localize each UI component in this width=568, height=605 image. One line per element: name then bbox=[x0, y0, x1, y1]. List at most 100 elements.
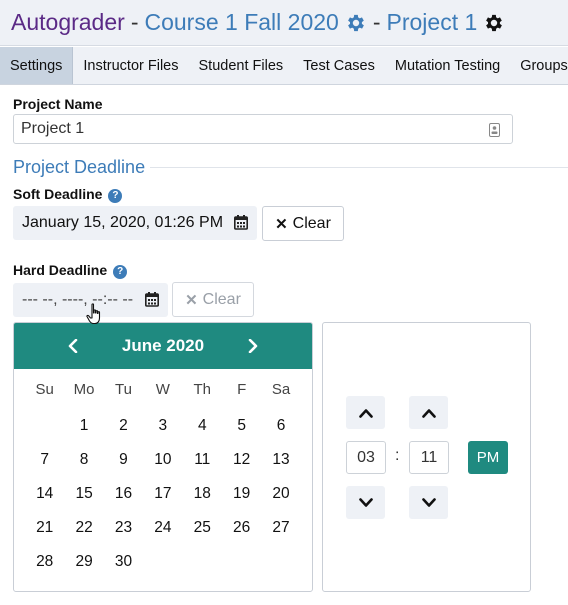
calendar-day[interactable]: 4 bbox=[183, 409, 222, 443]
app-title: Autograder bbox=[11, 9, 125, 35]
project-name-value: Project 1 bbox=[21, 120, 85, 137]
chevron-down-icon bbox=[421, 497, 436, 507]
contact-card-icon bbox=[489, 123, 500, 137]
calendar-day[interactable]: 26 bbox=[222, 511, 261, 545]
tab-mutation-testing[interactable]: Mutation Testing bbox=[385, 47, 510, 84]
am-pm-toggle-button[interactable]: PM bbox=[468, 441, 508, 474]
soft-deadline-label-row: Soft Deadline? bbox=[13, 186, 123, 203]
course-link[interactable]: Course 1 Fall 2020 bbox=[144, 9, 338, 36]
calendar-day[interactable]: 9 bbox=[104, 443, 143, 477]
soft-deadline-value: January 15, 2020, 01:26 PM bbox=[22, 214, 224, 231]
chevron-up-icon bbox=[358, 408, 373, 418]
section-divider bbox=[150, 167, 568, 168]
project-settings-gear-icon[interactable] bbox=[483, 12, 505, 34]
page-header: Autograder - Course 1 Fall 2020 - Projec… bbox=[0, 0, 568, 46]
soft-deadline-clear-button[interactable]: ✕ Clear bbox=[262, 206, 344, 241]
calendar-day[interactable]: 28 bbox=[25, 545, 64, 579]
calendar-day[interactable]: 14 bbox=[25, 477, 64, 511]
hard-deadline-clear-label: Clear bbox=[202, 290, 241, 308]
calendar-day bbox=[261, 545, 300, 579]
calendar-day[interactable]: 25 bbox=[183, 511, 222, 545]
hour-input[interactable]: 03 bbox=[346, 441, 386, 474]
weekday-label: Mo bbox=[73, 380, 95, 398]
project-name-input[interactable]: Project 1 bbox=[13, 114, 513, 144]
tab-instructor-files[interactable]: Instructor Files bbox=[73, 47, 188, 84]
project-link[interactable]: Project 1 bbox=[387, 9, 478, 36]
hard-deadline-help-icon[interactable]: ? bbox=[113, 265, 128, 279]
calendar-day[interactable]: 15 bbox=[64, 477, 103, 511]
weekday-label: Su bbox=[35, 380, 54, 398]
calendar-day[interactable]: 12 bbox=[222, 443, 261, 477]
title-separator: - bbox=[372, 9, 381, 35]
tab-settings[interactable]: Settings bbox=[0, 47, 74, 84]
title-separator: - bbox=[130, 9, 139, 35]
calendar-day[interactable]: 1 bbox=[64, 409, 103, 443]
calendar-day[interactable]: 19 bbox=[222, 477, 261, 511]
calendar-month-title[interactable]: June 2020 bbox=[122, 336, 204, 356]
hand-pointer-icon bbox=[86, 303, 101, 325]
calendar-header: June 2020 bbox=[14, 323, 312, 369]
tab-bar: Settings Instructor Files Student Files … bbox=[0, 47, 568, 85]
project-name-label: Project Name bbox=[13, 96, 103, 112]
calendar-day[interactable]: 27 bbox=[261, 511, 300, 545]
soft-deadline-clear-label: Clear bbox=[292, 214, 331, 232]
calendar-icon[interactable] bbox=[145, 292, 159, 307]
weekday-header-row: Su Mo Tu W Th F Sa bbox=[14, 369, 312, 409]
calendar-day bbox=[222, 545, 261, 579]
calendar-icon[interactable] bbox=[234, 215, 248, 230]
calendar-day bbox=[183, 545, 222, 579]
chevron-left-icon[interactable] bbox=[66, 339, 80, 353]
calendar-day[interactable]: 22 bbox=[64, 511, 103, 545]
time-colon: : bbox=[395, 447, 400, 464]
calendar-day[interactable]: 20 bbox=[261, 477, 300, 511]
tab-groups[interactable]: Groups & bbox=[510, 47, 568, 84]
course-settings-gear-icon[interactable] bbox=[345, 12, 367, 34]
calendar-day-grid: 1 2 3 4 5 6 7 8 9 10 11 12 13 14 15 16 1… bbox=[14, 409, 312, 579]
tab-student-files[interactable]: Student Files bbox=[189, 47, 294, 84]
calendar-day[interactable]: 21 bbox=[25, 511, 64, 545]
close-icon: ✕ bbox=[275, 215, 288, 233]
weekday-label: Sa bbox=[271, 380, 291, 398]
tab-test-cases[interactable]: Test Cases bbox=[293, 47, 385, 84]
calendar-day[interactable]: 6 bbox=[261, 409, 300, 443]
calendar-day[interactable]: 23 bbox=[104, 511, 143, 545]
weekday-label: F bbox=[237, 380, 247, 398]
chevron-down-icon bbox=[358, 497, 373, 507]
hour-increment-button[interactable] bbox=[346, 396, 385, 429]
minute-increment-button[interactable] bbox=[409, 396, 448, 429]
calendar-day[interactable]: 16 bbox=[104, 477, 143, 511]
minute-input[interactable]: 11 bbox=[409, 441, 449, 474]
calendar-day[interactable]: 29 bbox=[64, 545, 103, 579]
calendar-day[interactable]: 24 bbox=[143, 511, 182, 545]
close-icon: ✕ bbox=[185, 291, 198, 309]
calendar-day[interactable]: 8 bbox=[64, 443, 103, 477]
date-picker-calendar: June 2020 Su Mo Tu W Th F Sa 1 2 3 4 5 6… bbox=[13, 322, 313, 592]
calendar-day[interactable]: 30 bbox=[104, 545, 143, 579]
minute-decrement-button[interactable] bbox=[409, 486, 448, 519]
calendar-day bbox=[143, 545, 182, 579]
calendar-day[interactable]: 3 bbox=[143, 409, 182, 443]
calendar-day[interactable]: 17 bbox=[143, 477, 182, 511]
calendar-day[interactable]: 2 bbox=[104, 409, 143, 443]
chevron-right-icon[interactable] bbox=[246, 339, 260, 353]
hard-deadline-label: Hard Deadline bbox=[13, 262, 108, 278]
hard-deadline-value: --- --, ----, --:-- -- bbox=[22, 291, 134, 308]
calendar-day[interactable]: 5 bbox=[222, 409, 261, 443]
calendar-day bbox=[25, 409, 64, 443]
calendar-day[interactable]: 7 bbox=[25, 443, 64, 477]
chevron-up-icon bbox=[421, 408, 436, 418]
project-deadline-heading: Project Deadline bbox=[13, 157, 146, 177]
soft-deadline-help-icon[interactable]: ? bbox=[108, 189, 123, 203]
weekday-label: Tu bbox=[115, 380, 132, 398]
calendar-day[interactable]: 13 bbox=[261, 443, 300, 477]
soft-deadline-label: Soft Deadline bbox=[13, 186, 103, 202]
soft-deadline-input[interactable]: January 15, 2020, 01:26 PM bbox=[13, 206, 257, 240]
calendar-day[interactable]: 11 bbox=[183, 443, 222, 477]
time-picker: 03 : 11 PM bbox=[322, 322, 531, 592]
weekday-label: Th bbox=[193, 380, 212, 398]
calendar-day[interactable]: 18 bbox=[183, 477, 222, 511]
hard-deadline-clear-button[interactable]: ✕ Clear bbox=[172, 282, 254, 317]
hour-decrement-button[interactable] bbox=[346, 486, 385, 519]
calendar-day[interactable]: 10 bbox=[143, 443, 182, 477]
weekday-label: W bbox=[155, 380, 170, 398]
